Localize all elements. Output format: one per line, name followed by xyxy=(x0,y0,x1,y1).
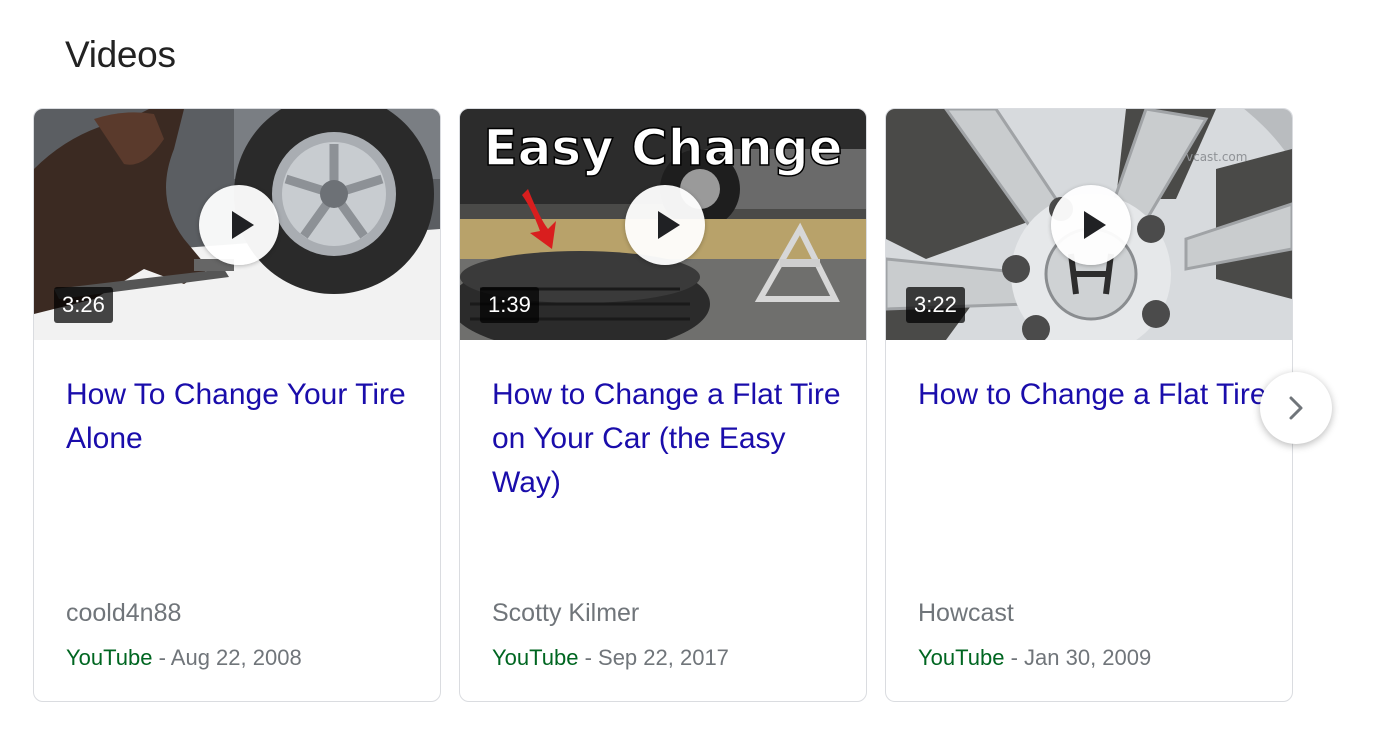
section-title: Videos xyxy=(65,34,176,75)
video-title-link[interactable]: How To Change Your Tire Alone xyxy=(66,373,416,461)
video-date: Sep 22, 2017 xyxy=(598,645,729,670)
video-thumbnail[interactable]: vcast.com 3:22 xyxy=(886,109,1292,340)
play-icon xyxy=(232,211,254,239)
meta-separator: - xyxy=(152,645,171,670)
video-thumbnail[interactable]: Easy Change 1:39 xyxy=(460,109,866,340)
video-meta: YouTube - Sep 22, 2017 xyxy=(492,645,729,671)
play-button[interactable] xyxy=(199,185,279,265)
thumbnail-caption: Easy Change xyxy=(484,119,843,177)
meta-separator: - xyxy=(1004,645,1025,670)
play-button[interactable] xyxy=(625,185,705,265)
video-duration: 3:26 xyxy=(54,287,113,323)
play-icon xyxy=(658,211,680,239)
video-carousel: 3:26 How To Change Your Tire Alone coold… xyxy=(33,108,1295,702)
chevron-right-icon xyxy=(1289,396,1303,420)
video-source: YouTube xyxy=(918,645,1005,670)
play-icon xyxy=(1084,211,1106,239)
video-title-link[interactable]: How to Change a Flat Tire on Your Car (t… xyxy=(492,373,842,505)
video-source: YouTube xyxy=(66,645,153,670)
video-source: YouTube xyxy=(492,645,579,670)
video-thumbnail[interactable]: 3:26 xyxy=(34,109,440,340)
video-date: Aug 22, 2008 xyxy=(170,645,302,670)
channel-name: Howcast xyxy=(918,599,1014,627)
video-title-link[interactable]: How to Change a Flat Tire xyxy=(918,373,1268,417)
svg-text:vcast.com: vcast.com xyxy=(1186,150,1247,164)
video-card[interactable]: Easy Change 1:39 How to Change a Flat Ti… xyxy=(459,108,867,702)
video-card[interactable]: 3:26 How To Change Your Tire Alone coold… xyxy=(33,108,441,702)
channel-name: coold4n88 xyxy=(66,599,182,627)
play-button[interactable] xyxy=(1051,185,1131,265)
channel-name: Scotty Kilmer xyxy=(492,599,640,627)
meta-separator: - xyxy=(578,645,599,670)
video-date: Jan 30, 2009 xyxy=(1024,645,1152,670)
video-duration: 3:22 xyxy=(906,287,965,323)
video-meta: YouTube - Jan 30, 2009 xyxy=(918,645,1151,671)
carousel-next-button[interactable] xyxy=(1260,372,1332,444)
video-duration: 1:39 xyxy=(480,287,539,323)
video-meta: YouTube - Aug 22, 2008 xyxy=(66,645,302,671)
video-card[interactable]: vcast.com 3:22 How to Change a Flat Tire… xyxy=(885,108,1293,702)
